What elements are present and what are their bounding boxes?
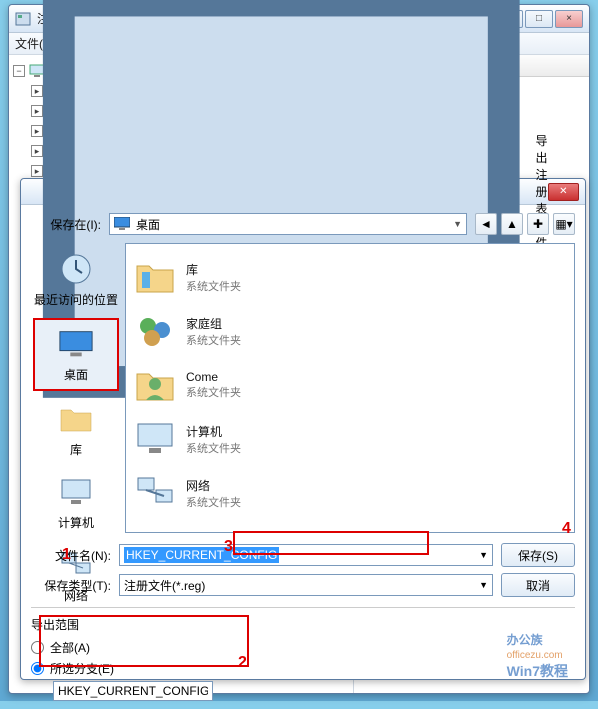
export-dialog: 导出注册表文件 ✕ 保存在(I): 桌面 ▼ ◄ ▲ ✚ ▦▾ 最近访问的位置: [20, 178, 586, 680]
desktop-icon: [58, 329, 94, 359]
recent-icon: [59, 252, 93, 286]
library-icon: [134, 258, 176, 296]
collapse-icon[interactable]: −: [13, 65, 25, 77]
export-scope-heading: 导出范围: [31, 616, 575, 633]
branch-input[interactable]: [53, 681, 213, 701]
radio-all[interactable]: [31, 641, 44, 654]
radio-branch[interactable]: [31, 662, 44, 675]
list-item[interactable]: 家庭组系统文件夹: [134, 304, 566, 358]
computer-icon: [59, 477, 93, 507]
newfolder-button[interactable]: ✚: [527, 213, 549, 235]
up-button[interactable]: ▲: [501, 213, 523, 235]
place-desktop[interactable]: 桌面: [33, 318, 119, 391]
place-recent[interactable]: 最近访问的位置: [33, 245, 119, 314]
savein-dropdown[interactable]: 桌面 ▼: [109, 213, 467, 235]
place-computer[interactable]: 计算机: [33, 468, 119, 537]
dropdown-arrow-icon: ▼: [479, 550, 488, 560]
homegroup-icon: [134, 312, 176, 350]
desktop-icon: [114, 217, 130, 231]
savein-value: 桌面: [136, 216, 160, 233]
filename-field[interactable]: HKEY_CURRENT_CONFIG ▼: [119, 544, 493, 566]
place-libraries[interactable]: 库: [33, 395, 119, 464]
save-button[interactable]: 保存(S): [501, 543, 575, 567]
computer-icon: [134, 420, 176, 458]
network-icon: [134, 474, 176, 512]
filetype-value: 注册文件(*.reg): [124, 577, 205, 594]
list-item[interactable]: 网络系统文件夹: [134, 466, 566, 520]
file-list[interactable]: 库系统文件夹 家庭组系统文件夹 Come系统文件夹 计算机系统文件夹 网络系统文…: [125, 243, 575, 533]
list-item[interactable]: 库系统文件夹: [134, 250, 566, 304]
viewmode-button[interactable]: ▦▾: [553, 213, 575, 235]
cancel-button[interactable]: 取消: [501, 573, 575, 597]
list-item[interactable]: Come系统文件夹: [134, 358, 566, 412]
places-bar: 最近访问的位置 桌面 库 计算机 网络: [31, 243, 121, 533]
library-icon: [59, 404, 93, 434]
radio-branch-label: 所选分支(E): [50, 660, 114, 677]
dropdown-arrow-icon: ▼: [479, 580, 488, 590]
radio-all-label: 全部(A): [50, 639, 90, 656]
filename-value: HKEY_CURRENT_CONFIG: [124, 547, 279, 563]
dropdown-arrow-icon: ▼: [453, 219, 462, 229]
list-item[interactable]: 计算机系统文件夹: [134, 412, 566, 466]
close-button[interactable]: ×: [555, 10, 583, 28]
back-button[interactable]: ◄: [475, 213, 497, 235]
dialog-titlebar[interactable]: 导出注册表文件 ✕: [21, 179, 585, 205]
filename-label: 文件名(N):: [31, 547, 111, 564]
savein-label: 保存在(I):: [31, 216, 101, 233]
dialog-close-button[interactable]: ✕: [548, 183, 579, 201]
filetype-field[interactable]: 注册文件(*.reg) ▼: [119, 574, 493, 596]
filetype-label: 保存类型(T):: [31, 577, 111, 594]
user-icon: [134, 366, 176, 404]
